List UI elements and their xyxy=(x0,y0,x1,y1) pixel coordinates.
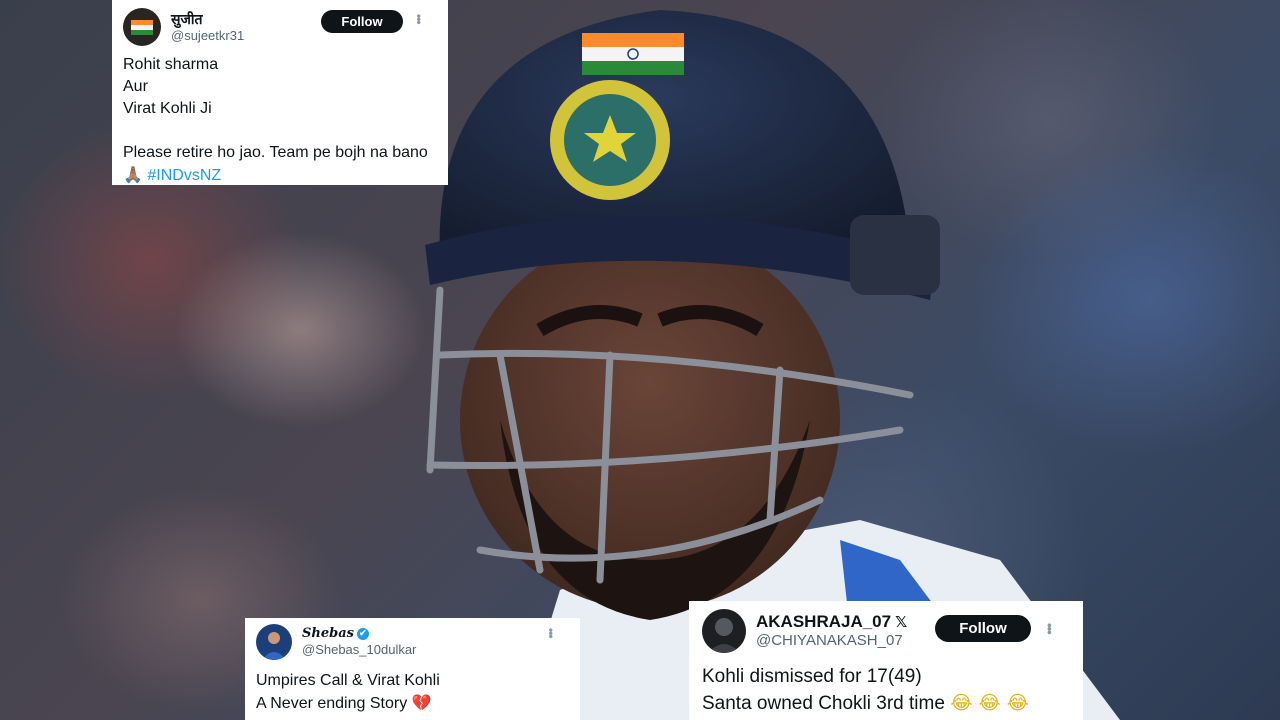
follow-button[interactable]: Follow xyxy=(321,10,403,33)
display-name[interactable]: Shebas ✔ xyxy=(302,626,416,642)
more-options-icon[interactable]: ••• xyxy=(412,14,426,24)
verified-badge-icon: ✔ xyxy=(356,627,369,640)
tweet-text: Kohli dismissed for 17(49) Santa owned C… xyxy=(702,664,1070,717)
display-name[interactable]: AKASHRAJA_07 𝕏 xyxy=(756,612,907,632)
more-options-icon[interactable]: ••• xyxy=(544,628,558,638)
handle[interactable]: @sujeetkr31 xyxy=(171,28,244,44)
tweet-header: Shebas ✔ @Shebas_10dulkar ••• xyxy=(256,624,569,660)
display-name-text[interactable]: Shebas xyxy=(302,626,354,641)
display-name-text[interactable]: AKASHRAJA_07 xyxy=(756,612,891,631)
tweet-text: Umpires Call & Virat Kohli A Never endin… xyxy=(256,670,569,715)
tweet-text-body: Kohli dismissed for 17(49) Santa owned C… xyxy=(702,666,945,714)
avatar[interactable] xyxy=(256,624,292,660)
avatar-image xyxy=(708,618,740,653)
avatar-image xyxy=(131,20,153,35)
hashtag-link[interactable]: #INDvsNZ xyxy=(147,167,221,184)
tweet-card-shebas: Shebas ✔ @Shebas_10dulkar ••• Umpires Cal… xyxy=(245,618,580,720)
x-logo-icon: 𝕏 xyxy=(895,613,908,631)
broken-heart-emoji: 💔 xyxy=(411,693,432,712)
tweet-card-akashraja: AKASHRAJA_07 𝕏 @CHIYANAKASH_07 Follow •••… xyxy=(689,601,1083,720)
handle[interactable]: @CHIYANAKASH_07 xyxy=(756,632,907,650)
tweet-text-body: Rohit sharma Aur Virat Kohli Ji Please r… xyxy=(123,56,428,161)
avatar[interactable] xyxy=(123,8,161,46)
laughing-emoji: 😂 😂 😂 xyxy=(950,692,1029,714)
tweet-header: AKASHRAJA_07 𝕏 @CHIYANAKASH_07 Follow ••• xyxy=(702,609,1070,653)
more-options-icon[interactable]: ••• xyxy=(1042,623,1057,634)
folded-hands-emoji: 🙏🏽 xyxy=(123,165,143,184)
avatar[interactable] xyxy=(702,609,746,653)
avatar-image xyxy=(262,632,286,660)
display-name[interactable]: सुजीत xyxy=(171,11,244,28)
tweet-header: सुजीत @sujeetkr31 Follow ••• xyxy=(123,8,437,46)
follow-button[interactable]: Follow xyxy=(935,615,1031,642)
tweet-card-sujeet: सुजीत @sujeetkr31 Follow ••• Rohit sharm… xyxy=(112,0,448,185)
handle[interactable]: @Shebas_10dulkar xyxy=(302,642,416,658)
tweet-text: Rohit sharma Aur Virat Kohli Ji Please r… xyxy=(123,54,437,185)
